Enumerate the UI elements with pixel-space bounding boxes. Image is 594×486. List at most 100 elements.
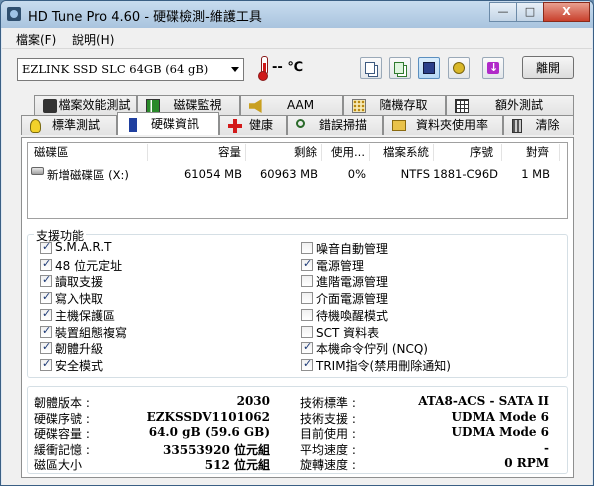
title-bar[interactable]: HD Tune Pro 4.60 - 硬碟檢測-維護工具 — □ X (1, 1, 593, 28)
column-header-volume[interactable]: 磁碟區 (28, 144, 148, 161)
question-icon (43, 99, 57, 113)
checkbox-right-2[interactable] (301, 275, 313, 288)
tab-label: AAM (286, 98, 315, 112)
cell-serial: 1881-C96D (433, 167, 498, 181)
feature-label: TRIM指令(禁用刪除通知) (316, 358, 451, 373)
floppy-disk-icon (423, 62, 435, 74)
tab-disk-info[interactable]: 硬碟資訊 (117, 112, 219, 135)
detail-key: 技術標準 : (300, 396, 356, 410)
checkbox-left-6[interactable] (40, 340, 52, 355)
down-arrow-glyph: ↓ (489, 61, 499, 74)
disk-info-panel: 磁碟區 容量 剩餘 使用... 檔案系統 序號 對齊 新增磁碟區 (X:) 61… (21, 137, 574, 478)
tab-folder-usage[interactable]: 資料夾使用率 (383, 115, 503, 135)
speaker-icon (249, 99, 262, 113)
close-button[interactable]: X (543, 2, 590, 22)
checkbox-right-6[interactable] (301, 340, 313, 355)
drive-icon (31, 167, 44, 175)
checkbox-left-2[interactable] (40, 273, 52, 288)
checkbox-left-1[interactable] (40, 257, 52, 271)
detail-value: ATA8-ACS - SATA II (418, 394, 549, 408)
table-row[interactable]: 新增磁碟區 (X:) 61054 MB 60963 MB 0% NTFS 188… (28, 165, 567, 182)
tab-erase[interactable]: 清除 (503, 115, 574, 135)
tab-aam[interactable]: AAM (240, 95, 343, 115)
column-header-usage[interactable]: 使用... (322, 144, 370, 161)
detail-value: EZKSSDV1101062 (146, 409, 270, 424)
info-icon (129, 118, 137, 132)
cell-capacity: 61054 MB (183, 167, 242, 181)
red-cross-icon (228, 119, 242, 133)
tab-label: 錯誤掃描 (318, 118, 367, 132)
copy-all-button[interactable] (389, 57, 411, 79)
feature-label: 電源管理 (316, 258, 365, 273)
tab-label: 額外測試 (494, 98, 543, 112)
tab-extra-tests[interactable]: 額外測試 (446, 95, 574, 115)
tab-label: 隨機存取 (379, 98, 428, 112)
checkbox-right-1[interactable] (301, 257, 313, 271)
menu-help[interactable]: 說明(H) (72, 31, 114, 48)
column-header-capacity[interactable]: 容量 (148, 144, 246, 161)
maximize-button[interactable]: □ (516, 2, 544, 22)
feature-label: S.M.A.R.T (55, 240, 112, 254)
detail-value: 33553920 位元組 (163, 442, 270, 457)
checkbox-right-4[interactable] (301, 308, 313, 321)
trash-icon (512, 119, 522, 133)
detail-value: 512 位元組 (204, 458, 270, 472)
checkbox-left-5[interactable] (40, 324, 52, 338)
column-header-alignment[interactable]: 對齊 (502, 144, 560, 161)
exit-button[interactable]: 離開 (522, 56, 574, 79)
checkbox-right-3[interactable] (301, 292, 313, 305)
column-header-serial[interactable]: 序號 (434, 144, 502, 161)
feature-label: 噪音自動管理 (316, 242, 389, 256)
tab-benchmark[interactable]: 標準測試 (21, 115, 117, 135)
checkbox-left-3[interactable] (40, 290, 52, 305)
feature-label: 寫入快取 (55, 292, 104, 307)
options-icon (453, 62, 465, 74)
feature-label: 介面電源管理 (316, 292, 389, 307)
temperature-readout: -- ℃ (272, 60, 304, 75)
checkbox-left-0[interactable] (40, 240, 52, 254)
column-header-free[interactable]: 剩餘 (246, 144, 322, 161)
drive-select[interactable]: EZLINK SSD SLC 64GB (64 gB) (17, 58, 244, 81)
volume-list[interactable]: 磁碟區 容量 剩餘 使用... 檔案系統 序號 對齊 新增磁碟區 (X:) 61… (27, 142, 568, 219)
detail-key: 旋轉速度 : (300, 458, 356, 472)
tab-health[interactable]: 健康 (219, 115, 287, 135)
bar-chart-icon (146, 99, 160, 113)
checkbox-right-5[interactable] (301, 325, 313, 338)
menu-file[interactable]: 檔案(F) (16, 31, 56, 48)
column-header-filesystem[interactable]: 檔案系統 (370, 144, 434, 161)
tab-error-scan[interactable]: 錯誤掃描 (287, 115, 383, 135)
menu-bar: 檔案(F) 說明(H) (2, 28, 592, 49)
feature-label: 主機保護區 (55, 308, 116, 323)
detail-value: UDMA Mode 6 (451, 425, 549, 439)
detail-value: UDMA Mode 6 (451, 409, 549, 424)
copy-info-button[interactable] (360, 57, 382, 79)
folder-icon (392, 120, 406, 131)
detail-key: 技術支援 : (300, 411, 356, 426)
tab-label: 資料夾使用率 (415, 118, 488, 132)
detail-value: 2030 (236, 394, 270, 408)
thermometer-icon (258, 56, 268, 81)
checkbox-left-4[interactable] (40, 307, 52, 321)
feature-label: 本機命令佇列 (NCQ) (316, 342, 428, 357)
checkbox-right-0[interactable] (301, 242, 313, 254)
tab-label: 清除 (535, 118, 560, 132)
grid-chart-icon (455, 99, 469, 113)
options-button[interactable] (448, 57, 470, 79)
client-area: EZLINK SSD SLC 64GB (64 gB) -- ℃ ↓ 離開 檔案… (2, 49, 592, 485)
checkbox-left-7[interactable] (40, 357, 52, 371)
tab-random-access[interactable]: 隨機存取 (343, 95, 446, 115)
cell-free: 60963 MB (259, 167, 318, 181)
save-button[interactable] (418, 57, 440, 79)
detail-key: 目前使用 : (300, 427, 356, 441)
feature-label: 進階電源管理 (316, 275, 389, 290)
feature-label: 裝置組態複寫 (55, 325, 128, 340)
detail-key: 平均速度 : (300, 442, 356, 457)
checkbox-right-7[interactable] (301, 357, 313, 371)
download-button[interactable]: ↓ (482, 57, 504, 79)
feature-label: 安全模式 (55, 358, 104, 373)
magnifier-icon (296, 119, 305, 128)
minimize-button[interactable]: — (489, 2, 517, 22)
tab-label: 硬碟資訊 (150, 117, 199, 131)
lightbulb-icon (30, 119, 41, 133)
feature-label: 48 位元定址 (55, 258, 123, 273)
